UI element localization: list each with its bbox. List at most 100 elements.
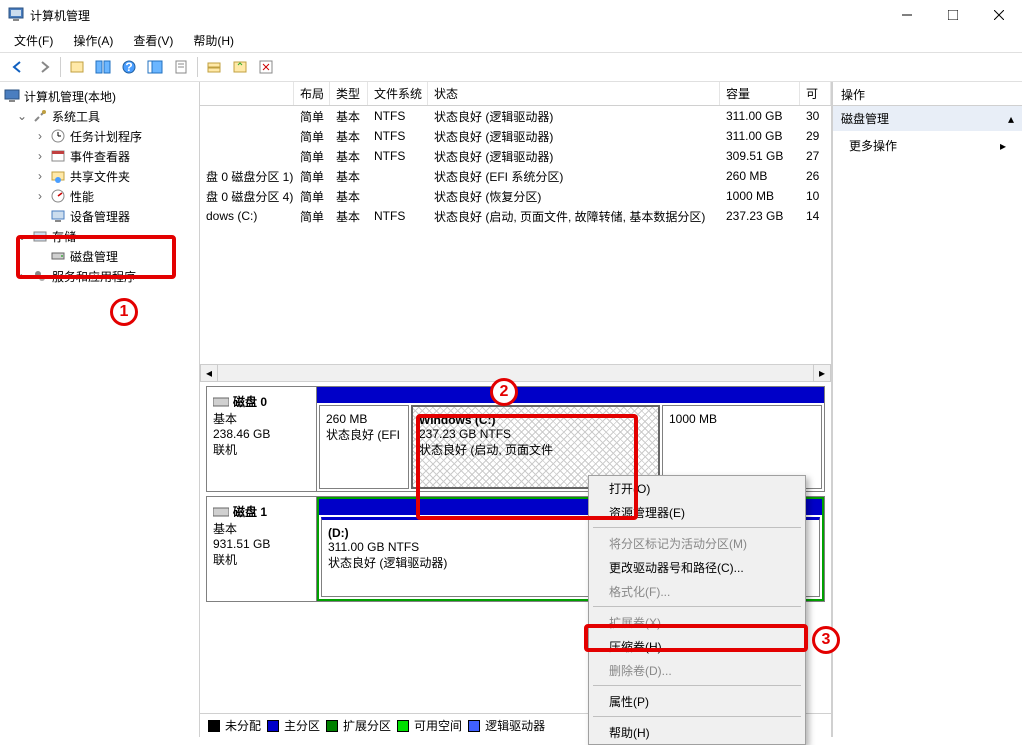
cell-layout: 简单: [294, 188, 330, 205]
ctx-separator: [593, 716, 801, 717]
minimize-button[interactable]: [884, 0, 930, 30]
h-scrollbar[interactable]: ◂ ▸: [200, 364, 831, 382]
legend-logical: 逻辑驱动器: [468, 717, 545, 734]
show-hide-button[interactable]: [91, 55, 115, 79]
ctx-help[interactable]: 帮助(H): [589, 720, 805, 744]
menu-action[interactable]: 操作(A): [63, 30, 123, 51]
collapse-icon[interactable]: ▴: [1008, 112, 1014, 126]
disk-0-status: 联机: [213, 441, 310, 458]
th-layout[interactable]: 布局: [294, 82, 330, 105]
disk-1-label[interactable]: 磁盘 1 基本 931.51 GB 联机: [207, 497, 317, 601]
main-area: 计算机管理(本地) ⌄ 系统工具 › 任务计划程序 › 事件查看器 › 共享文件…: [0, 82, 1022, 737]
table-row[interactable]: 简单 基本 NTFS 状态良好 (逻辑驱动器) 311.00 GB 30: [200, 106, 831, 126]
tree-label: 设备管理器: [70, 208, 130, 225]
disk-name-text: 磁盘 0: [233, 393, 267, 410]
part-status: 状态良好 (EFI: [326, 426, 402, 443]
table-row[interactable]: 盘 0 磁盘分区 1) 简单 基本 状态良好 (EFI 系统分区) 260 MB…: [200, 166, 831, 186]
help-button[interactable]: ?: [117, 55, 141, 79]
legend-free: 可用空间: [397, 717, 462, 734]
expand-icon[interactable]: ›: [34, 129, 46, 143]
th-type[interactable]: 类型: [330, 82, 368, 105]
th-available[interactable]: 可: [800, 82, 831, 105]
cell-layout: 简单: [294, 128, 330, 145]
ctx-properties[interactable]: 属性(P): [589, 689, 805, 713]
table-row[interactable]: 简单 基本 NTFS 状态良好 (逻辑驱动器) 311.00 GB 29: [200, 126, 831, 146]
properties-button[interactable]: [169, 55, 193, 79]
toolbar-btn-7[interactable]: [202, 55, 226, 79]
toolbar-btn-8[interactable]: [228, 55, 252, 79]
tree-disk-management[interactable]: 磁盘管理: [0, 246, 199, 266]
tree-device-manager[interactable]: 设备管理器: [0, 206, 199, 226]
cell-fs: NTFS: [368, 129, 428, 143]
cell-avail: 30: [800, 109, 831, 123]
table-row[interactable]: dows (C:) 简单 基本 NTFS 状态良好 (启动, 页面文件, 故障转…: [200, 206, 831, 226]
expand-icon[interactable]: ›: [16, 269, 28, 283]
cell-avail: 27: [800, 149, 831, 163]
more-actions[interactable]: 更多操作 ▸: [833, 131, 1022, 160]
th-volume[interactable]: [200, 82, 294, 105]
table-body: 简单 基本 NTFS 状态良好 (逻辑驱动器) 311.00 GB 30 简单 …: [200, 106, 831, 364]
more-actions-label: 更多操作: [849, 137, 897, 154]
table-row[interactable]: 简单 基本 NTFS 状态良好 (逻辑驱动器) 309.51 GB 27: [200, 146, 831, 166]
forward-button[interactable]: [32, 55, 56, 79]
expand-icon[interactable]: ›: [34, 149, 46, 163]
disk-0-partition-efi[interactable]: 260 MB 状态良好 (EFI: [319, 405, 409, 489]
ctx-change-letter[interactable]: 更改驱动器号和路径(C)...: [589, 555, 805, 579]
tree-shared-folders[interactable]: › 共享文件夹: [0, 166, 199, 186]
scroll-track[interactable]: [218, 364, 813, 382]
cell-vol: 盘 0 磁盘分区 1): [200, 168, 294, 185]
legend-unallocated: 未分配: [208, 717, 261, 734]
disk-0-label[interactable]: 磁盘 0 基本 238.46 GB 联机: [207, 387, 317, 491]
collapse-icon[interactable]: ⌄: [16, 109, 28, 123]
expand-icon[interactable]: ›: [34, 169, 46, 183]
menu-file[interactable]: 文件(F): [4, 30, 63, 51]
th-capacity[interactable]: 容量: [720, 82, 800, 105]
cell-status: 状态良好 (EFI 系统分区): [428, 168, 720, 185]
part-size: 260 MB: [326, 412, 402, 426]
ctx-explorer[interactable]: 资源管理器(E): [589, 500, 805, 524]
cell-status: 状态良好 (启动, 页面文件, 故障转储, 基本数据分区): [428, 208, 720, 225]
back-button[interactable]: [6, 55, 30, 79]
expand-icon[interactable]: ›: [34, 189, 46, 203]
tree-system-tools[interactable]: ⌄ 系统工具: [0, 106, 199, 126]
cell-avail: 26: [800, 169, 831, 183]
cell-vol: dows (C:): [200, 209, 294, 223]
th-filesystem[interactable]: 文件系统: [368, 82, 428, 105]
cell-status: 状态良好 (恢复分区): [428, 188, 720, 205]
maximize-button[interactable]: [930, 0, 976, 30]
shared-icon: [50, 168, 66, 184]
tools-icon: [32, 108, 48, 124]
cell-fs: NTFS: [368, 109, 428, 123]
tree-task-scheduler[interactable]: › 任务计划程序: [0, 126, 199, 146]
perf-icon: [50, 188, 66, 204]
collapse-icon[interactable]: ⌄: [16, 229, 28, 243]
table-row[interactable]: 盘 0 磁盘分区 4) 简单 基本 状态良好 (恢复分区) 1000 MB 10: [200, 186, 831, 206]
tree-root[interactable]: 计算机管理(本地): [0, 86, 199, 106]
disk-1-type: 基本: [213, 520, 310, 537]
tree-services-apps[interactable]: › 服务和应用程序: [0, 266, 199, 286]
disk-1-name: 磁盘 1: [213, 503, 310, 520]
part-status: 状态良好 (启动, 页面文件: [419, 441, 652, 458]
tree-event-viewer[interactable]: › 事件查看器: [0, 146, 199, 166]
toolbar-btn-9[interactable]: [254, 55, 278, 79]
tree-label: 事件查看器: [70, 148, 130, 165]
menu-help[interactable]: 帮助(H): [183, 30, 244, 51]
tree-storage[interactable]: ⌄ 存储: [0, 226, 199, 246]
actions-section[interactable]: 磁盘管理 ▴: [833, 106, 1022, 131]
toolbar-btn-5[interactable]: [143, 55, 167, 79]
disk-icon: [213, 506, 229, 518]
cell-fs: NTFS: [368, 209, 428, 223]
th-status[interactable]: 状态: [428, 82, 720, 105]
ctx-open[interactable]: 打开(O): [589, 476, 805, 500]
close-button[interactable]: [976, 0, 1022, 30]
app-icon: [8, 7, 24, 23]
annotation-1: 1: [110, 298, 138, 326]
legend-label: 可用空间: [414, 717, 462, 734]
ctx-shrink[interactable]: 压缩卷(H)...: [589, 634, 805, 658]
menu-view[interactable]: 查看(V): [123, 30, 183, 51]
tree-performance[interactable]: › 性能: [0, 186, 199, 206]
legend-label: 逻辑驱动器: [485, 717, 545, 734]
up-button[interactable]: [65, 55, 89, 79]
scroll-left-icon[interactable]: ◂: [200, 364, 218, 382]
scroll-right-icon[interactable]: ▸: [813, 364, 831, 382]
